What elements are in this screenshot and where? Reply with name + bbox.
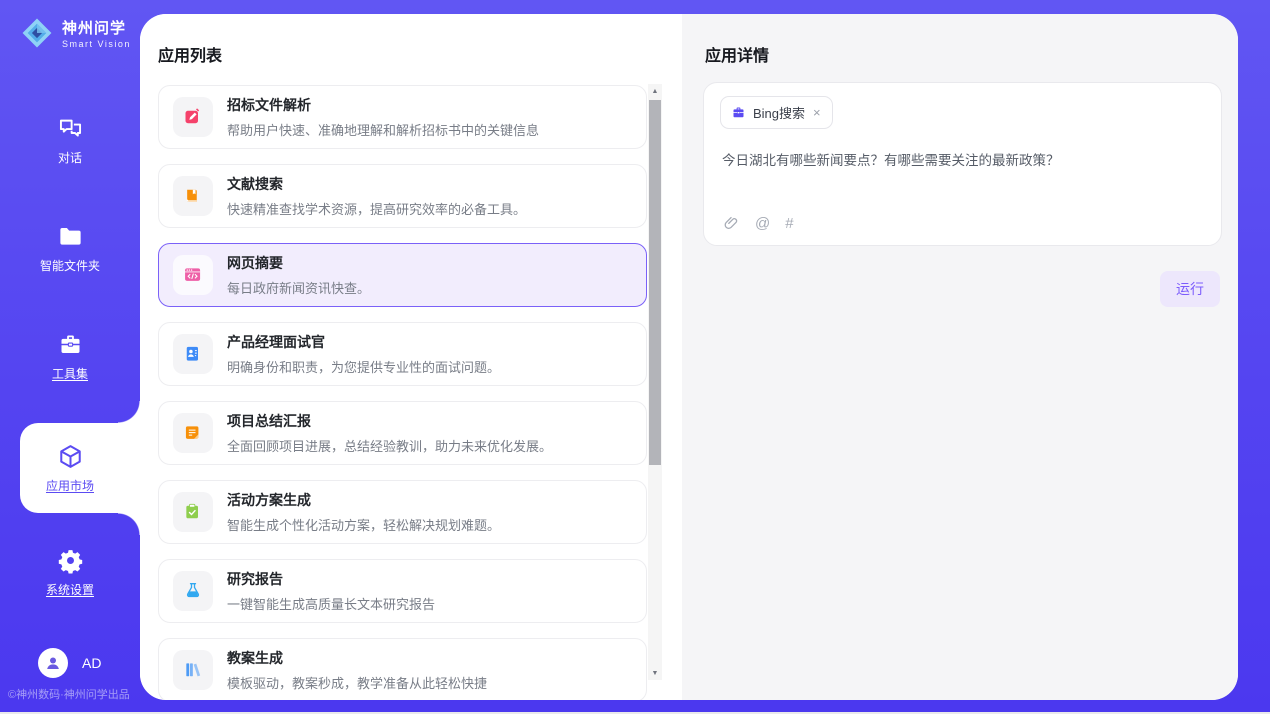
- app-card-desc: 全面回顾项目进展，总结经验教训，助力未来优化发展。: [227, 436, 552, 455]
- interviewer-icon: [183, 344, 203, 364]
- briefcase-icon: [731, 105, 746, 120]
- app-detail-title: 应用详情: [705, 42, 1238, 66]
- app-icon-frame: [173, 255, 213, 295]
- logo-diamond-icon: [20, 16, 54, 50]
- app-icon-frame: [173, 413, 213, 453]
- app-card-pm-interviewer[interactable]: 产品经理面试官 明确身份和职责，为您提供专业性的面试问题。: [158, 322, 647, 386]
- books-icon: [183, 660, 203, 680]
- sidebar-item-chat[interactable]: 对话: [0, 104, 140, 176]
- browser-code-icon: [183, 265, 203, 285]
- sidebar: 神州问学 Smart Vision 对话 智能文件夹: [0, 0, 140, 712]
- book-icon: [183, 186, 203, 206]
- app-card-title: 网页摘要: [227, 253, 370, 273]
- app-list-title: 应用列表: [158, 42, 682, 66]
- app-card-title: 活动方案生成: [227, 490, 500, 510]
- prompt-text[interactable]: 今日湖北有哪些新闻要点？有哪些需要关注的最新政策？: [722, 151, 1202, 171]
- app-icon-frame: [173, 571, 213, 611]
- app-card-event-plan[interactable]: 活动方案生成 智能生成个性化活动方案，轻松解决规划难题。: [158, 480, 647, 544]
- run-button[interactable]: 运行: [1160, 271, 1220, 307]
- list-scrollbar[interactable]: ▲ ▼: [648, 84, 662, 680]
- app-name: 神州问学: [62, 17, 131, 38]
- app-card-title: 招标文件解析: [227, 95, 539, 115]
- attachment-icon[interactable]: [722, 214, 740, 232]
- app-card-title: 产品经理面试官: [227, 332, 500, 352]
- sidebar-item-app-market[interactable]: 应用市场: [0, 432, 140, 504]
- user-initials: AD: [82, 655, 101, 671]
- app-icon-frame: [173, 650, 213, 690]
- app-card-desc: 每日政府新闻资讯快查。: [227, 278, 370, 297]
- app-card-literature-search[interactable]: 文献搜索 快速精准查找学术资源，提高研究效率的必备工具。: [158, 164, 647, 228]
- app-card-research-report[interactable]: 研究报告 一键智能生成高质量长文本研究报告: [158, 559, 647, 623]
- app-detail-panel: 应用详情 Bing搜索 × 今日湖北有哪些新闻要点？有哪些需要关注的最新政策？: [682, 14, 1238, 700]
- content-area: 应用列表 招标文件解析 帮助用户快速: [140, 14, 1238, 700]
- avatar: [38, 648, 68, 678]
- app-icon-frame: [173, 334, 213, 374]
- app-card-desc: 明确身份和职责，为您提供专业性的面试问题。: [227, 357, 500, 376]
- folder-icon: [57, 223, 84, 250]
- scrollbar-thumb[interactable]: [649, 100, 661, 465]
- sidebar-item-label: 智能文件夹: [40, 257, 100, 274]
- app-card-web-summary[interactable]: 网页摘要 每日政府新闻资讯快查。: [158, 243, 647, 307]
- app-card-title: 项目总结汇报: [227, 411, 552, 431]
- app-card-title: 研究报告: [227, 569, 435, 589]
- app-card-title: 教案生成: [227, 648, 487, 668]
- mention-icon[interactable]: @: [755, 215, 770, 232]
- app-logo: 神州问学 Smart Vision: [20, 16, 131, 50]
- clipboard-check-icon: [183, 502, 203, 522]
- sidebar-item-label: 工具集: [52, 365, 88, 382]
- copyright-text: ©神州数码·神州问学出品: [8, 686, 140, 702]
- scrollbar-up-arrow[interactable]: ▲: [648, 84, 662, 98]
- briefcase-icon: [57, 331, 84, 358]
- composer-toolbar: @ #: [722, 214, 794, 232]
- app-card-desc: 智能生成个性化活动方案，轻松解决规划难题。: [227, 515, 500, 534]
- sidebar-item-smart-folder[interactable]: 智能文件夹: [0, 212, 140, 284]
- prompt-card[interactable]: Bing搜索 × 今日湖北有哪些新闻要点？有哪些需要关注的最新政策？ @ #: [703, 82, 1222, 246]
- sidebar-item-label: 系统设置: [46, 581, 94, 598]
- app-card-bid-parsing[interactable]: 招标文件解析 帮助用户快速、准确地理解和解析招标书中的关键信息: [158, 85, 647, 149]
- scrollbar-down-arrow[interactable]: ▼: [648, 666, 662, 680]
- app-icon-frame: [173, 492, 213, 532]
- app-card-project-summary[interactable]: 项目总结汇报 全面回顾项目进展，总结经验教训，助力未来优化发展。: [158, 401, 647, 465]
- note-icon: [183, 423, 203, 443]
- cube-icon: [57, 443, 84, 470]
- sidebar-item-label: 对话: [58, 149, 82, 166]
- chat-icon: [57, 115, 84, 142]
- app-card-desc: 模板驱动，教案秒成，教学准备从此轻松快捷: [227, 673, 487, 692]
- app-icon-frame: [173, 176, 213, 216]
- app-list-panel: 应用列表 招标文件解析 帮助用户快速: [140, 14, 682, 700]
- app-window: 神州问学 Smart Vision 对话 智能文件夹: [0, 0, 1270, 712]
- tool-chip-bing-search[interactable]: Bing搜索 ×: [720, 96, 833, 129]
- app-card-lesson-plan[interactable]: 教案生成 模板驱动，教案秒成，教学准备从此轻松快捷: [158, 638, 647, 700]
- sidebar-item-label: 应用市场: [46, 477, 94, 494]
- edit-document-icon: [183, 107, 203, 127]
- app-subtitle: Smart Vision: [62, 39, 131, 49]
- chip-close-icon[interactable]: ×: [812, 106, 822, 119]
- app-card-desc: 一键智能生成高质量长文本研究报告: [227, 594, 435, 613]
- app-card-desc: 帮助用户快速、准确地理解和解析招标书中的关键信息: [227, 120, 539, 139]
- flask-icon: [183, 581, 203, 601]
- app-card-title: 文献搜索: [227, 174, 526, 194]
- user-account[interactable]: AD: [38, 648, 101, 678]
- app-card-list: 招标文件解析 帮助用户快速、准确地理解和解析招标书中的关键信息: [158, 85, 647, 700]
- sidebar-item-settings[interactable]: 系统设置: [0, 536, 140, 608]
- tool-chip-label: Bing搜索: [753, 103, 805, 122]
- gear-icon: [57, 547, 84, 574]
- app-icon-frame: [173, 97, 213, 137]
- hash-icon[interactable]: #: [785, 215, 793, 232]
- app-card-desc: 快速精准查找学术资源，提高研究效率的必备工具。: [227, 199, 526, 218]
- sidebar-item-toolkit[interactable]: 工具集: [0, 320, 140, 392]
